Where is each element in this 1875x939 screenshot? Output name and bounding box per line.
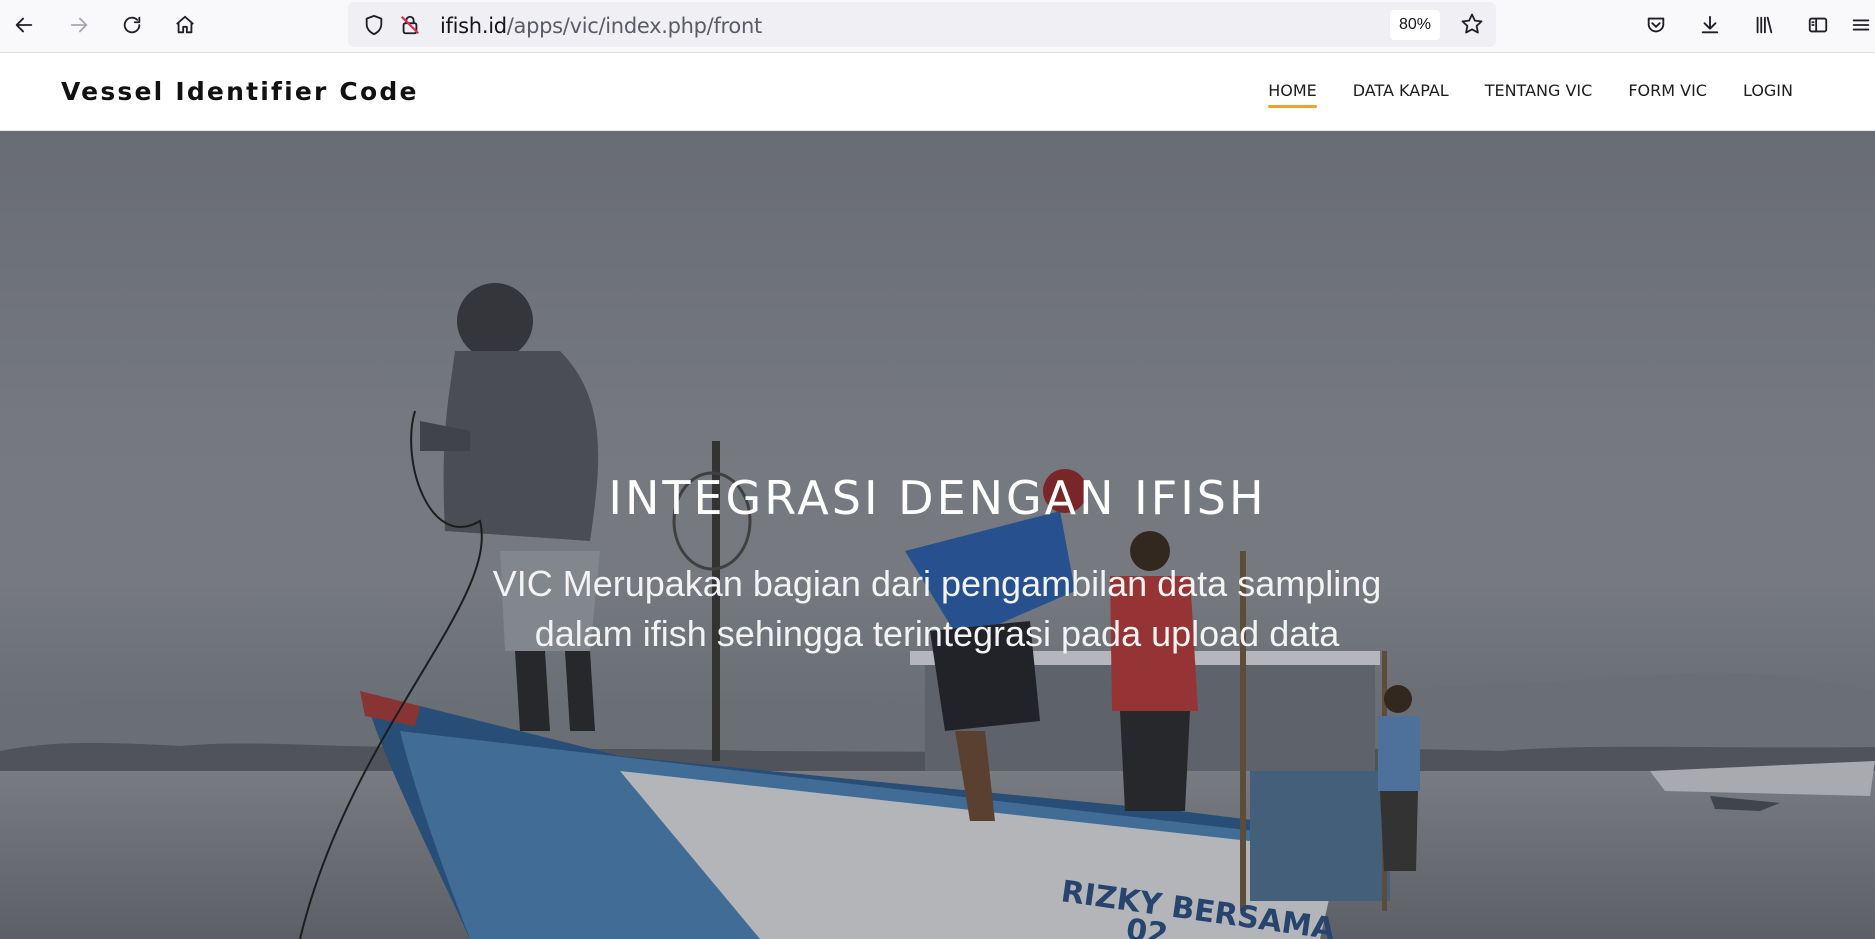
shield-icon[interactable] bbox=[362, 13, 386, 37]
nav-tentang-vic[interactable]: TENTANG VIC bbox=[1485, 81, 1593, 106]
zoom-level-badge[interactable]: 80% bbox=[1390, 10, 1440, 40]
pocket-icon bbox=[1647, 17, 1665, 33]
pocket-button[interactable] bbox=[1638, 8, 1674, 42]
site-brand[interactable]: Vessel Identifier Code bbox=[61, 77, 419, 106]
menu-button[interactable] bbox=[1846, 8, 1875, 42]
hero-subtitle: VIC Merupakan bagian dari pengambilan da… bbox=[492, 563, 1382, 654]
library-icon bbox=[1756, 16, 1773, 34]
url-path: /apps/vic/index.php/front bbox=[506, 14, 762, 38]
sidebar-icon bbox=[1808, 17, 1828, 33]
url-host: ifish.id bbox=[440, 14, 507, 38]
download-icon bbox=[1701, 15, 1719, 34]
arrow-right-icon bbox=[70, 17, 88, 33]
hero-title: INTEGRASI DENGAN IFISH bbox=[608, 471, 1267, 525]
arrow-left-icon bbox=[15, 17, 33, 33]
home-icon bbox=[176, 15, 194, 34]
library-button[interactable] bbox=[1746, 8, 1782, 42]
downloads-button[interactable] bbox=[1692, 8, 1728, 42]
hamburger-menu-icon bbox=[1852, 19, 1870, 31]
nav-links: HOME DATA KAPAL TENTANG VIC FORM VIC LOG… bbox=[1268, 81, 1793, 108]
reload-button[interactable] bbox=[114, 8, 150, 42]
url-text[interactable]: ifish.id/apps/vic/index.php/front bbox=[440, 14, 762, 38]
nav-home[interactable]: HOME bbox=[1268, 81, 1317, 108]
nav-form-vic[interactable]: FORM VIC bbox=[1628, 81, 1707, 106]
forward-button[interactable] bbox=[61, 8, 97, 42]
url-bar[interactable]: ifish.id/apps/vic/index.php/front 80% bbox=[348, 2, 1496, 47]
nav-login[interactable]: LOGIN bbox=[1743, 81, 1793, 106]
insecure-lock-icon[interactable] bbox=[398, 13, 422, 37]
hero-dark-overlay bbox=[0, 131, 1875, 939]
back-button[interactable] bbox=[6, 8, 42, 42]
reload-icon bbox=[123, 16, 141, 34]
home-button[interactable] bbox=[167, 8, 203, 42]
nav-data-kapal[interactable]: DATA KAPAL bbox=[1353, 81, 1449, 106]
sidebar-button[interactable] bbox=[1800, 8, 1836, 42]
site-navbar: Vessel Identifier Code HOME DATA KAPAL T… bbox=[0, 53, 1875, 131]
bookmark-star-icon[interactable] bbox=[1460, 12, 1484, 36]
browser-toolbar: ifish.id/apps/vic/index.php/front 80% bbox=[0, 0, 1875, 53]
hero-banner: RIZKY BERSAMA 02 INTEGRASI DENGAN IFISH V… bbox=[0, 131, 1875, 939]
